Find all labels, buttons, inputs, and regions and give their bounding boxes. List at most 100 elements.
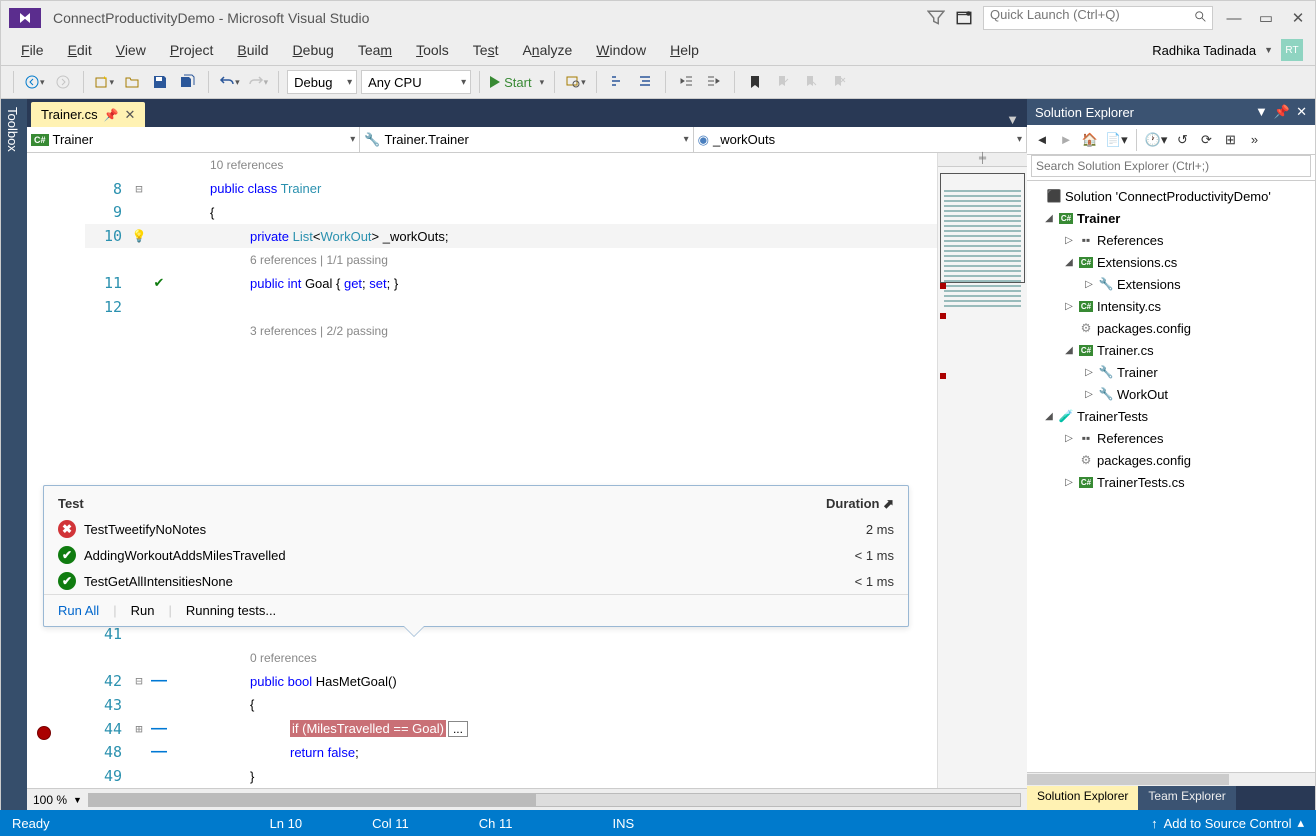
source-control-link[interactable]: Add to Source Control <box>1164 816 1292 831</box>
redo-button[interactable]: ▾ <box>246 70 271 94</box>
indent-right-button[interactable] <box>702 70 726 94</box>
more-icon[interactable]: » <box>1243 129 1265 151</box>
close-tab-icon[interactable]: ✕ <box>125 107 136 123</box>
sync-icon[interactable]: 📄▾ <box>1103 129 1130 151</box>
chevron-down-icon[interactable]: ▼ <box>1255 104 1268 120</box>
codelens[interactable]: 0 references <box>170 648 317 668</box>
pin-icon[interactable]: 📌 <box>1274 104 1290 120</box>
tabs-dropdown-icon[interactable]: ▼ <box>998 112 1027 127</box>
close-button[interactable]: ✕ <box>1287 7 1309 29</box>
code-editor[interactable]: 10 references 8⊟public class Trainer 9{ … <box>27 153 1027 788</box>
quick-launch-input[interactable]: Quick Launch (Ctrl+Q) <box>983 6 1213 30</box>
split-icon[interactable]: ╪ <box>938 153 1027 167</box>
menu-team[interactable]: Team <box>346 38 404 62</box>
minimize-button[interactable]: — <box>1223 7 1245 29</box>
run-link[interactable]: Run <box>131 603 155 618</box>
file-node[interactable]: ◢C#Trainer.cs <box>1027 339 1315 361</box>
file-node[interactable]: ⚙packages.config <box>1027 449 1315 471</box>
nav-type-combo[interactable]: 🔧Trainer.Trainer <box>360 127 693 152</box>
file-node[interactable]: ◢C#Extensions.cs <box>1027 251 1315 273</box>
fwd-button[interactable]: ► <box>1055 129 1077 151</box>
menu-test[interactable]: Test <box>461 38 511 62</box>
class-node[interactable]: ▷🔧WorkOut <box>1027 383 1315 405</box>
doc-tab-trainer[interactable]: Trainer.cs 📌 ✕ <box>31 102 145 127</box>
menu-project[interactable]: Project <box>158 38 226 62</box>
menu-analyze[interactable]: Analyze <box>510 38 584 62</box>
test-row[interactable]: ✔TestGetAllIntensitiesNone< 1 ms <box>44 568 908 594</box>
save-button[interactable] <box>148 70 172 94</box>
codelens[interactable]: 10 references <box>170 155 283 175</box>
menu-build[interactable]: Build <box>225 38 280 62</box>
menu-help[interactable]: Help <box>658 38 711 62</box>
pin-icon[interactable]: 📌 <box>104 108 119 122</box>
class-node[interactable]: ▷🔧Extensions <box>1027 273 1315 295</box>
menu-edit[interactable]: Edit <box>56 38 104 62</box>
solution-search-input[interactable] <box>1031 155 1311 177</box>
solution-node[interactable]: ⬛Solution 'ConnectProductivityDemo' <box>1027 185 1315 207</box>
step-over-button[interactable] <box>633 70 657 94</box>
menu-file[interactable]: File <box>9 38 56 62</box>
codelens[interactable]: 6 references | 1/1 passing <box>170 250 388 270</box>
chevron-up-icon[interactable]: ▴ <box>1297 815 1304 831</box>
avatar[interactable]: RT <box>1281 39 1303 61</box>
new-project-button[interactable]: ▾ <box>92 70 117 94</box>
overview-ruler[interactable]: ╪ <box>937 153 1027 788</box>
run-all-link[interactable]: Run All <box>58 603 99 618</box>
collapse-icon[interactable]: ⟳ <box>1195 129 1217 151</box>
nav-member-combo[interactable]: ◉_workOuts <box>694 127 1027 152</box>
indent-left-button[interactable] <box>674 70 698 94</box>
open-file-button[interactable] <box>120 70 144 94</box>
file-node[interactable]: ⚙packages.config <box>1027 317 1315 339</box>
breakpoint-icon[interactable] <box>37 726 51 740</box>
toolbox-tab[interactable]: Toolbox <box>1 99 27 810</box>
filter-icon[interactable] <box>927 9 945 27</box>
zoom-level[interactable]: 100 % <box>33 793 67 807</box>
prev-bookmark-button[interactable] <box>771 70 795 94</box>
menu-debug[interactable]: Debug <box>281 38 346 62</box>
horizontal-scrollbar[interactable] <box>88 793 1021 807</box>
class-node[interactable]: ▷🔧Trainer <box>1027 361 1315 383</box>
test-row[interactable]: ✖TestTweetifyNoNotes2 ms <box>44 516 908 542</box>
step-into-button[interactable] <box>605 70 629 94</box>
lightbulb-icon[interactable]: 💡 <box>132 229 147 243</box>
chevron-down-icon[interactable]: ▼ <box>73 795 82 805</box>
find-button[interactable]: ▾ <box>563 70 588 94</box>
nav-scope-combo[interactable]: C#Trainer <box>27 127 360 152</box>
test-row[interactable]: ✔AddingWorkoutAddsMilesTravelled< 1 ms <box>44 542 908 568</box>
close-icon[interactable]: ✕ <box>1296 104 1307 120</box>
menu-window[interactable]: Window <box>584 38 658 62</box>
tree-scrollbar[interactable] <box>1027 772 1315 786</box>
tab-team-explorer[interactable]: Team Explorer <box>1138 786 1235 810</box>
next-bookmark-button[interactable] <box>799 70 823 94</box>
references-node[interactable]: ▷▪▪References <box>1027 229 1315 251</box>
popout-icon[interactable]: ⬈ <box>883 496 894 511</box>
menu-tools[interactable]: Tools <box>404 38 461 62</box>
nav-back-button[interactable]: ▾ <box>22 70 47 94</box>
start-button[interactable]: Start▾ <box>488 70 546 94</box>
file-node[interactable]: ▷C#TrainerTests.cs <box>1027 471 1315 493</box>
home-icon[interactable]: 🏠 <box>1079 129 1101 151</box>
chevron-down-icon[interactable]: ▼ <box>1264 45 1273 55</box>
solution-explorer-header[interactable]: Solution Explorer ▼ 📌 ✕ <box>1027 99 1315 125</box>
show-all-icon[interactable]: ⊞ <box>1219 129 1241 151</box>
refresh-icon[interactable]: ↺ <box>1171 129 1193 151</box>
notifications-icon[interactable] <box>955 9 973 27</box>
bookmark-button[interactable] <box>743 70 767 94</box>
project-node[interactable]: ◢🧪TrainerTests <box>1027 405 1315 427</box>
references-node[interactable]: ▷▪▪References <box>1027 427 1315 449</box>
publish-icon[interactable]: ↑ <box>1151 816 1158 831</box>
menu-view[interactable]: View <box>104 38 158 62</box>
maximize-button[interactable]: ▭ <box>1255 7 1277 29</box>
back-button[interactable]: ◄ <box>1031 129 1053 151</box>
user-name[interactable]: Radhika Tadinada <box>1152 43 1256 58</box>
nav-fwd-button[interactable] <box>51 70 75 94</box>
clear-bookmarks-button[interactable] <box>827 70 851 94</box>
config-combo[interactable]: Debug <box>287 70 357 94</box>
project-node[interactable]: ◢C#Trainer <box>1027 207 1315 229</box>
undo-button[interactable]: ▾ <box>217 70 242 94</box>
file-node[interactable]: ▷C#Intensity.cs <box>1027 295 1315 317</box>
tab-solution-explorer[interactable]: Solution Explorer <box>1027 786 1138 810</box>
history-icon[interactable]: 🕐▾ <box>1143 129 1170 151</box>
save-all-button[interactable] <box>176 70 200 94</box>
codelens[interactable]: 3 references | 2/2 passing <box>170 321 388 341</box>
